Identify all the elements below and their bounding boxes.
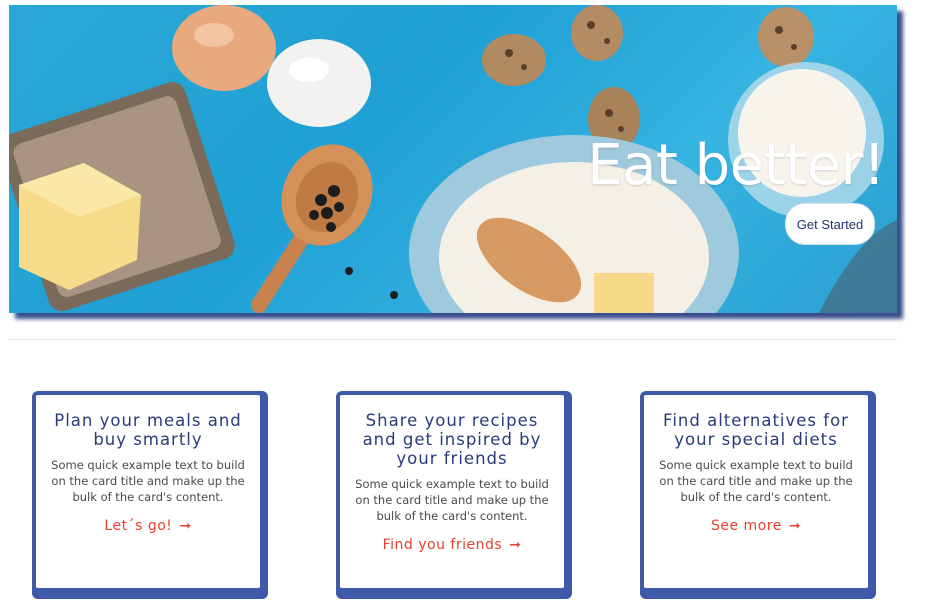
lets-go-link[interactable]: Let´s go! ➞ (104, 518, 191, 534)
card-title: Share your recipes and get inspired by y… (362, 411, 542, 468)
card-title: Plan your meals and buy smartly (54, 411, 242, 449)
arrow-right-icon: ➞ (509, 537, 522, 553)
card-link-label: Find you friends (382, 537, 503, 553)
card-body: Plan your meals and buy smartly Some qui… (36, 395, 260, 588)
card-link-label: See more (710, 518, 782, 534)
see-more-link[interactable]: See more ➞ (711, 518, 801, 534)
hero-title: Eat better! (587, 133, 885, 198)
card-text: Some quick example text to build on the … (355, 477, 549, 523)
section-divider (9, 339, 897, 340)
card-share-recipes: Share your recipes and get inspired by y… (336, 391, 572, 599)
card-text: Some quick example text to build on the … (659, 458, 853, 504)
card-plan-meals: Plan your meals and buy smartly Some qui… (32, 391, 268, 599)
get-started-button[interactable]: Get Started (785, 203, 875, 245)
find-friends-link[interactable]: Find you friends ➞ (383, 537, 522, 553)
hero-banner: Eat better! Get Started (9, 5, 897, 313)
card-title: Find alternatives for your special diets (663, 411, 849, 449)
card-special-diets: Find alternatives for your special diets… (640, 391, 876, 599)
card-link-label: Let´s go! (104, 518, 173, 534)
card-body: Find alternatives for your special diets… (644, 395, 868, 588)
arrow-right-icon: ➞ (788, 518, 801, 534)
card-text: Some quick example text to build on the … (51, 458, 245, 504)
card-body: Share your recipes and get inspired by y… (340, 395, 564, 588)
arrow-right-icon: ➞ (179, 518, 192, 534)
